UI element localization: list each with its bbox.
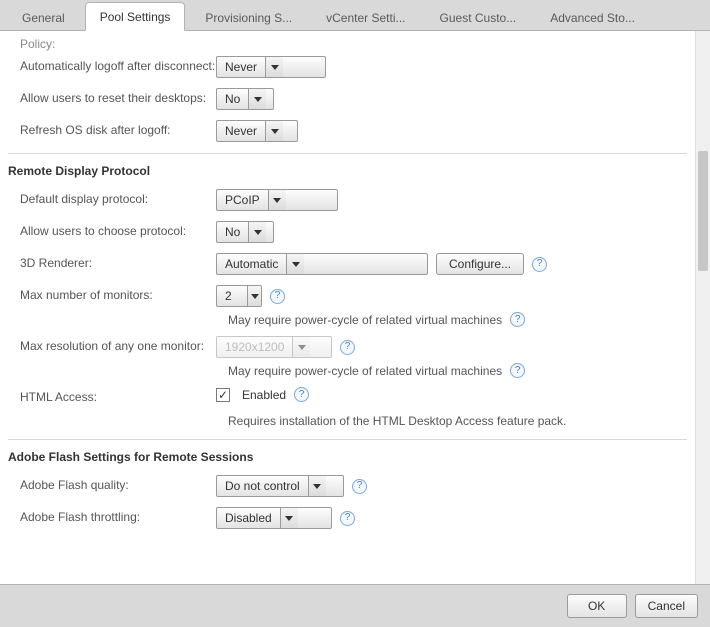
- chevron-down-icon: [248, 89, 266, 109]
- help-icon[interactable]: ?: [532, 257, 547, 272]
- chevron-down-icon: [286, 254, 304, 274]
- tab-bar: General Pool Settings Provisioning S... …: [0, 0, 710, 31]
- help-icon[interactable]: ?: [294, 387, 309, 402]
- tab-provisioning[interactable]: Provisioning S...: [191, 4, 306, 31]
- chevron-down-icon: [280, 508, 298, 528]
- label-html-access: HTML Access:: [8, 387, 216, 404]
- label-allow-choose-protocol: Allow users to choose protocol:: [8, 221, 216, 238]
- hint-power-cycle-2: May require power-cycle of related virtu…: [228, 364, 502, 378]
- dropdown-allow-choose-protocol[interactable]: No: [216, 221, 274, 243]
- scrollbar-thumb[interactable]: [698, 151, 708, 271]
- label-default-protocol: Default display protocol:: [8, 189, 216, 206]
- dropdown-allow-reset[interactable]: No: [216, 88, 274, 110]
- chevron-down-icon: [248, 222, 266, 242]
- section-remote-display: Remote Display Protocol: [8, 153, 687, 184]
- hint-html-requires: Requires installation of the HTML Deskto…: [8, 409, 687, 433]
- chevron-down-icon: [247, 286, 261, 306]
- tab-general[interactable]: General: [8, 4, 79, 31]
- help-icon[interactable]: ?: [510, 312, 525, 327]
- help-icon[interactable]: ?: [352, 479, 367, 494]
- chevron-down-icon: [292, 337, 310, 357]
- help-icon[interactable]: ?: [340, 511, 355, 526]
- dropdown-flash-throttling[interactable]: Disabled: [216, 507, 332, 529]
- help-icon[interactable]: ?: [510, 363, 525, 378]
- dropdown-default-protocol[interactable]: PCoIP: [216, 189, 338, 211]
- label-flash-quality: Adobe Flash quality:: [8, 475, 216, 492]
- label-max-monitors: Max number of monitors:: [8, 285, 216, 302]
- tab-pool-settings[interactable]: Pool Settings: [85, 2, 186, 31]
- label-allow-reset: Allow users to reset their desktops:: [8, 88, 216, 105]
- label-refresh-os: Refresh OS disk after logoff:: [8, 120, 216, 137]
- tab-vcenter[interactable]: vCenter Setti...: [312, 4, 419, 31]
- chevron-down-icon: [268, 190, 286, 210]
- label-max-resolution: Max resolution of any one monitor:: [8, 336, 216, 353]
- help-icon[interactable]: ?: [340, 340, 355, 355]
- truncated-prev-label: Policy:: [8, 37, 687, 51]
- hint-power-cycle-1: May require power-cycle of related virtu…: [228, 313, 502, 327]
- dropdown-max-monitors[interactable]: 2: [216, 285, 262, 307]
- help-icon[interactable]: ?: [270, 289, 285, 304]
- cancel-button[interactable]: Cancel: [635, 594, 698, 618]
- checkbox-html-access[interactable]: [216, 388, 230, 402]
- dropdown-flash-quality[interactable]: Do not control: [216, 475, 344, 497]
- chevron-down-icon: [308, 476, 326, 496]
- label-3d-renderer: 3D Renderer:: [8, 253, 216, 270]
- dialog-footer: OK Cancel: [0, 584, 710, 627]
- chevron-down-icon: [265, 57, 283, 77]
- checkbox-html-access-label: Enabled: [242, 388, 286, 402]
- settings-form: Policy: Automatically logoff after disco…: [0, 31, 695, 584]
- configure-button[interactable]: Configure...: [436, 253, 524, 275]
- dropdown-3d-renderer[interactable]: Automatic: [216, 253, 428, 275]
- ok-button[interactable]: OK: [567, 594, 627, 618]
- dropdown-max-resolution: 1920x1200: [216, 336, 332, 358]
- section-flash: Adobe Flash Settings for Remote Sessions: [8, 439, 687, 470]
- scrollbar-vertical[interactable]: [695, 31, 710, 584]
- dropdown-auto-logoff[interactable]: Never: [216, 56, 326, 78]
- label-flash-throttling: Adobe Flash throttling:: [8, 507, 216, 524]
- tab-guest-custo[interactable]: Guest Custo...: [426, 4, 531, 31]
- chevron-down-icon: [265, 121, 283, 141]
- dropdown-refresh-os[interactable]: Never: [216, 120, 298, 142]
- label-auto-logoff: Automatically logoff after disconnect:: [8, 56, 216, 73]
- tab-advanced-storage[interactable]: Advanced Sto...: [536, 4, 649, 31]
